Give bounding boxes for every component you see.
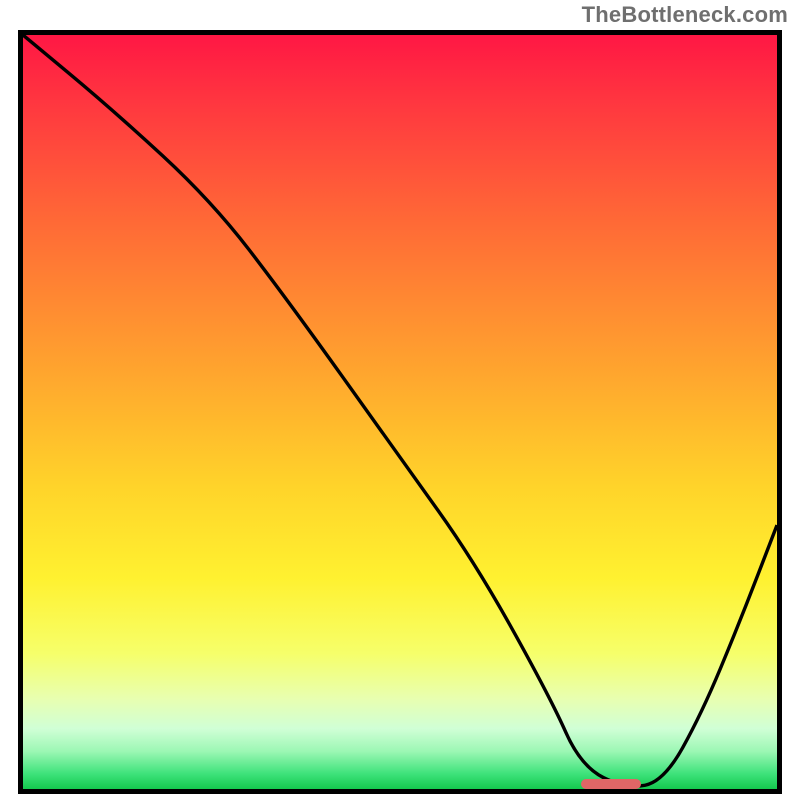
bottleneck-curve xyxy=(23,35,777,789)
optimum-marker xyxy=(581,779,641,789)
attribution-text: TheBottleneck.com xyxy=(582,2,788,28)
plot-frame xyxy=(18,30,782,794)
chart-container: TheBottleneck.com xyxy=(0,0,800,800)
plot-inner xyxy=(23,35,777,789)
